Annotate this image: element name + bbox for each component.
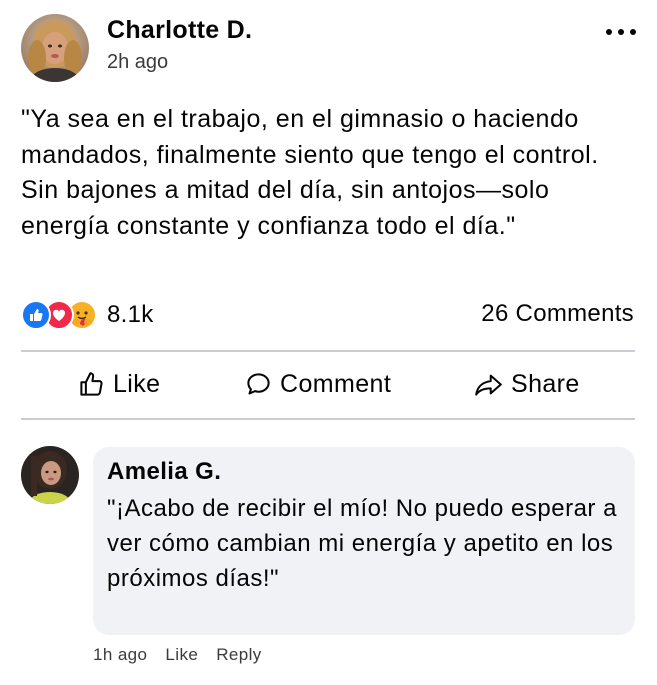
comment-text: "¡Acabo de recibir el mío! No puedo espe… xyxy=(107,495,617,592)
post-card: Charlotte D. 2h ago "Ya sea en el trabaj… xyxy=(0,0,657,685)
comment-button-label: Comment xyxy=(280,369,392,398)
comment-like-link[interactable]: Like xyxy=(165,645,198,665)
comment-meta: 1h ago Like Reply xyxy=(93,645,280,665)
share-button-label: Share xyxy=(511,369,580,398)
comment-reply-link[interactable]: Reply xyxy=(216,645,261,665)
comments-count-link[interactable]: 26 Comments xyxy=(481,300,634,328)
share-button[interactable]: Share xyxy=(474,364,580,404)
comment-time[interactable]: 1h ago xyxy=(93,645,147,665)
author-name[interactable]: Charlotte D. xyxy=(107,16,252,45)
like-button-label: Like xyxy=(113,369,161,398)
more-dot-icon xyxy=(618,29,624,35)
divider xyxy=(21,418,635,420)
commenter-avatar-image xyxy=(21,446,79,504)
more-dot-icon xyxy=(630,29,636,35)
reaction-count: 8.1k xyxy=(107,301,154,328)
more-dot-icon xyxy=(606,29,612,35)
like-icon xyxy=(21,300,51,330)
share-arrow-icon xyxy=(475,374,502,396)
comment-bubble: Amelia G. "¡Acabo de recibir el mío! No … xyxy=(93,447,635,635)
post-body: "Ya sea en el trabajo, en el gimnasio o … xyxy=(21,105,599,240)
post-timestamp[interactable]: 2h ago xyxy=(107,51,168,74)
divider xyxy=(21,350,635,352)
comment-button[interactable]: Comment xyxy=(245,364,391,404)
commenter-avatar[interactable] xyxy=(21,446,79,504)
reactions-summary[interactable]: 8.1k xyxy=(21,298,154,332)
author-avatar[interactable] xyxy=(21,14,89,82)
commenter-name[interactable]: Amelia G. xyxy=(107,457,619,487)
thumbs-up-icon xyxy=(80,371,103,396)
speech-bubble-icon xyxy=(247,372,270,395)
more-options-button[interactable] xyxy=(606,22,636,42)
author-avatar-image xyxy=(21,14,89,82)
like-button[interactable]: Like xyxy=(78,364,160,404)
